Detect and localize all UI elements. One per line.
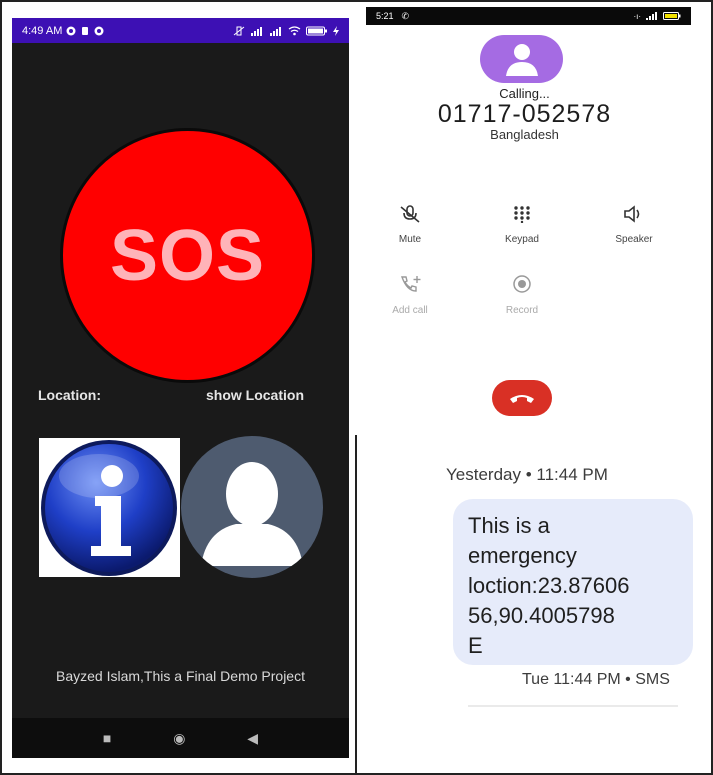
vibrate-icon (233, 26, 245, 35)
message-meta: Tue 11:44 PM • SMS (522, 671, 670, 688)
message-date-header: Yesterday • 11:44 PM (446, 465, 608, 484)
location-label: Location: (38, 387, 101, 403)
keypad-icon (514, 206, 530, 224)
add-call-icon (401, 276, 421, 292)
person-avatar-icon (201, 462, 303, 566)
add-call-label: Add call (392, 305, 428, 316)
info-button[interactable] (39, 438, 180, 577)
message-line: 56,90.4005798 (468, 603, 615, 628)
call-status: Calling... (499, 86, 550, 101)
sos-app-screen: 4:49 AM SOS Location: show Location Bayz… (12, 18, 349, 758)
caller-country: Bangladesh (490, 127, 559, 142)
sim-icon (82, 26, 89, 35)
end-call-button[interactable] (492, 380, 552, 416)
caller-avatar (480, 35, 563, 83)
next-message-edge (468, 705, 678, 707)
info-icon (41, 440, 177, 576)
recent-apps-button[interactable]: ■ (103, 730, 111, 746)
show-location-button[interactable]: show Location (206, 387, 304, 403)
battery-icon (663, 12, 681, 20)
signal-icon (646, 12, 657, 20)
back-button[interactable]: ◀ (247, 730, 258, 747)
keypad-label: Keypad (505, 234, 539, 245)
battery-icon (306, 26, 327, 35)
sms-conversation: Yesterday • 11:44 PM This is a emergency… (358, 437, 710, 773)
add-call-button[interactable]: Add call (370, 274, 450, 316)
phone-number: 01717-052578 (437, 100, 612, 128)
credit-text: Bayzed Islam,This a Final Demo Project (56, 668, 305, 684)
record-icon (513, 275, 531, 293)
status-time: 5:21 (376, 11, 394, 21)
keypad-button[interactable]: Keypad (482, 205, 562, 245)
panel-divider (355, 435, 357, 775)
navigation-bar: ■ ◉ ◀ (12, 718, 349, 758)
record-label: Record (505, 305, 539, 316)
mute-label: Mute (398, 234, 422, 245)
home-button[interactable]: ◉ (173, 730, 185, 747)
charging-icon (333, 25, 339, 36)
person-icon (505, 44, 538, 76)
wifi-icon (288, 25, 301, 35)
message-bubble[interactable]: This is a emergency loction:23.87606 56,… (453, 499, 693, 665)
record-button[interactable]: Record (482, 274, 562, 316)
vibrate-icon: ·ı· (633, 11, 641, 21)
sos-button[interactable]: SOS (60, 128, 315, 383)
status-bar: 5:21 ✆ ·ı· (366, 7, 691, 25)
app-notification-icon (66, 26, 76, 35)
signal-icon (251, 26, 262, 36)
call-screen: 5:21 ✆ ·ı· Calling... 01717-052578 Bangl… (358, 6, 691, 434)
phone-icon: ✆ (401, 10, 410, 21)
speaker-button[interactable]: Speaker (594, 205, 674, 245)
status-bar: 4:49 AM (12, 18, 349, 43)
hang-up-icon (510, 395, 534, 403)
speaker-icon (624, 205, 640, 223)
message-line: E (468, 633, 483, 658)
sos-button-label: SOS (109, 215, 266, 296)
message-line: This is a (468, 513, 550, 538)
profile-button[interactable] (181, 436, 323, 578)
message-line: loction:23.87606 (468, 573, 630, 598)
status-time: 4:49 AM (22, 24, 63, 37)
signal-icon (270, 26, 281, 36)
message-line: emergency (468, 543, 577, 568)
app-notification-icon (94, 26, 104, 35)
speaker-label: Speaker (615, 234, 653, 245)
mute-button[interactable]: Mute (370, 205, 450, 245)
mic-off-icon (400, 205, 420, 223)
